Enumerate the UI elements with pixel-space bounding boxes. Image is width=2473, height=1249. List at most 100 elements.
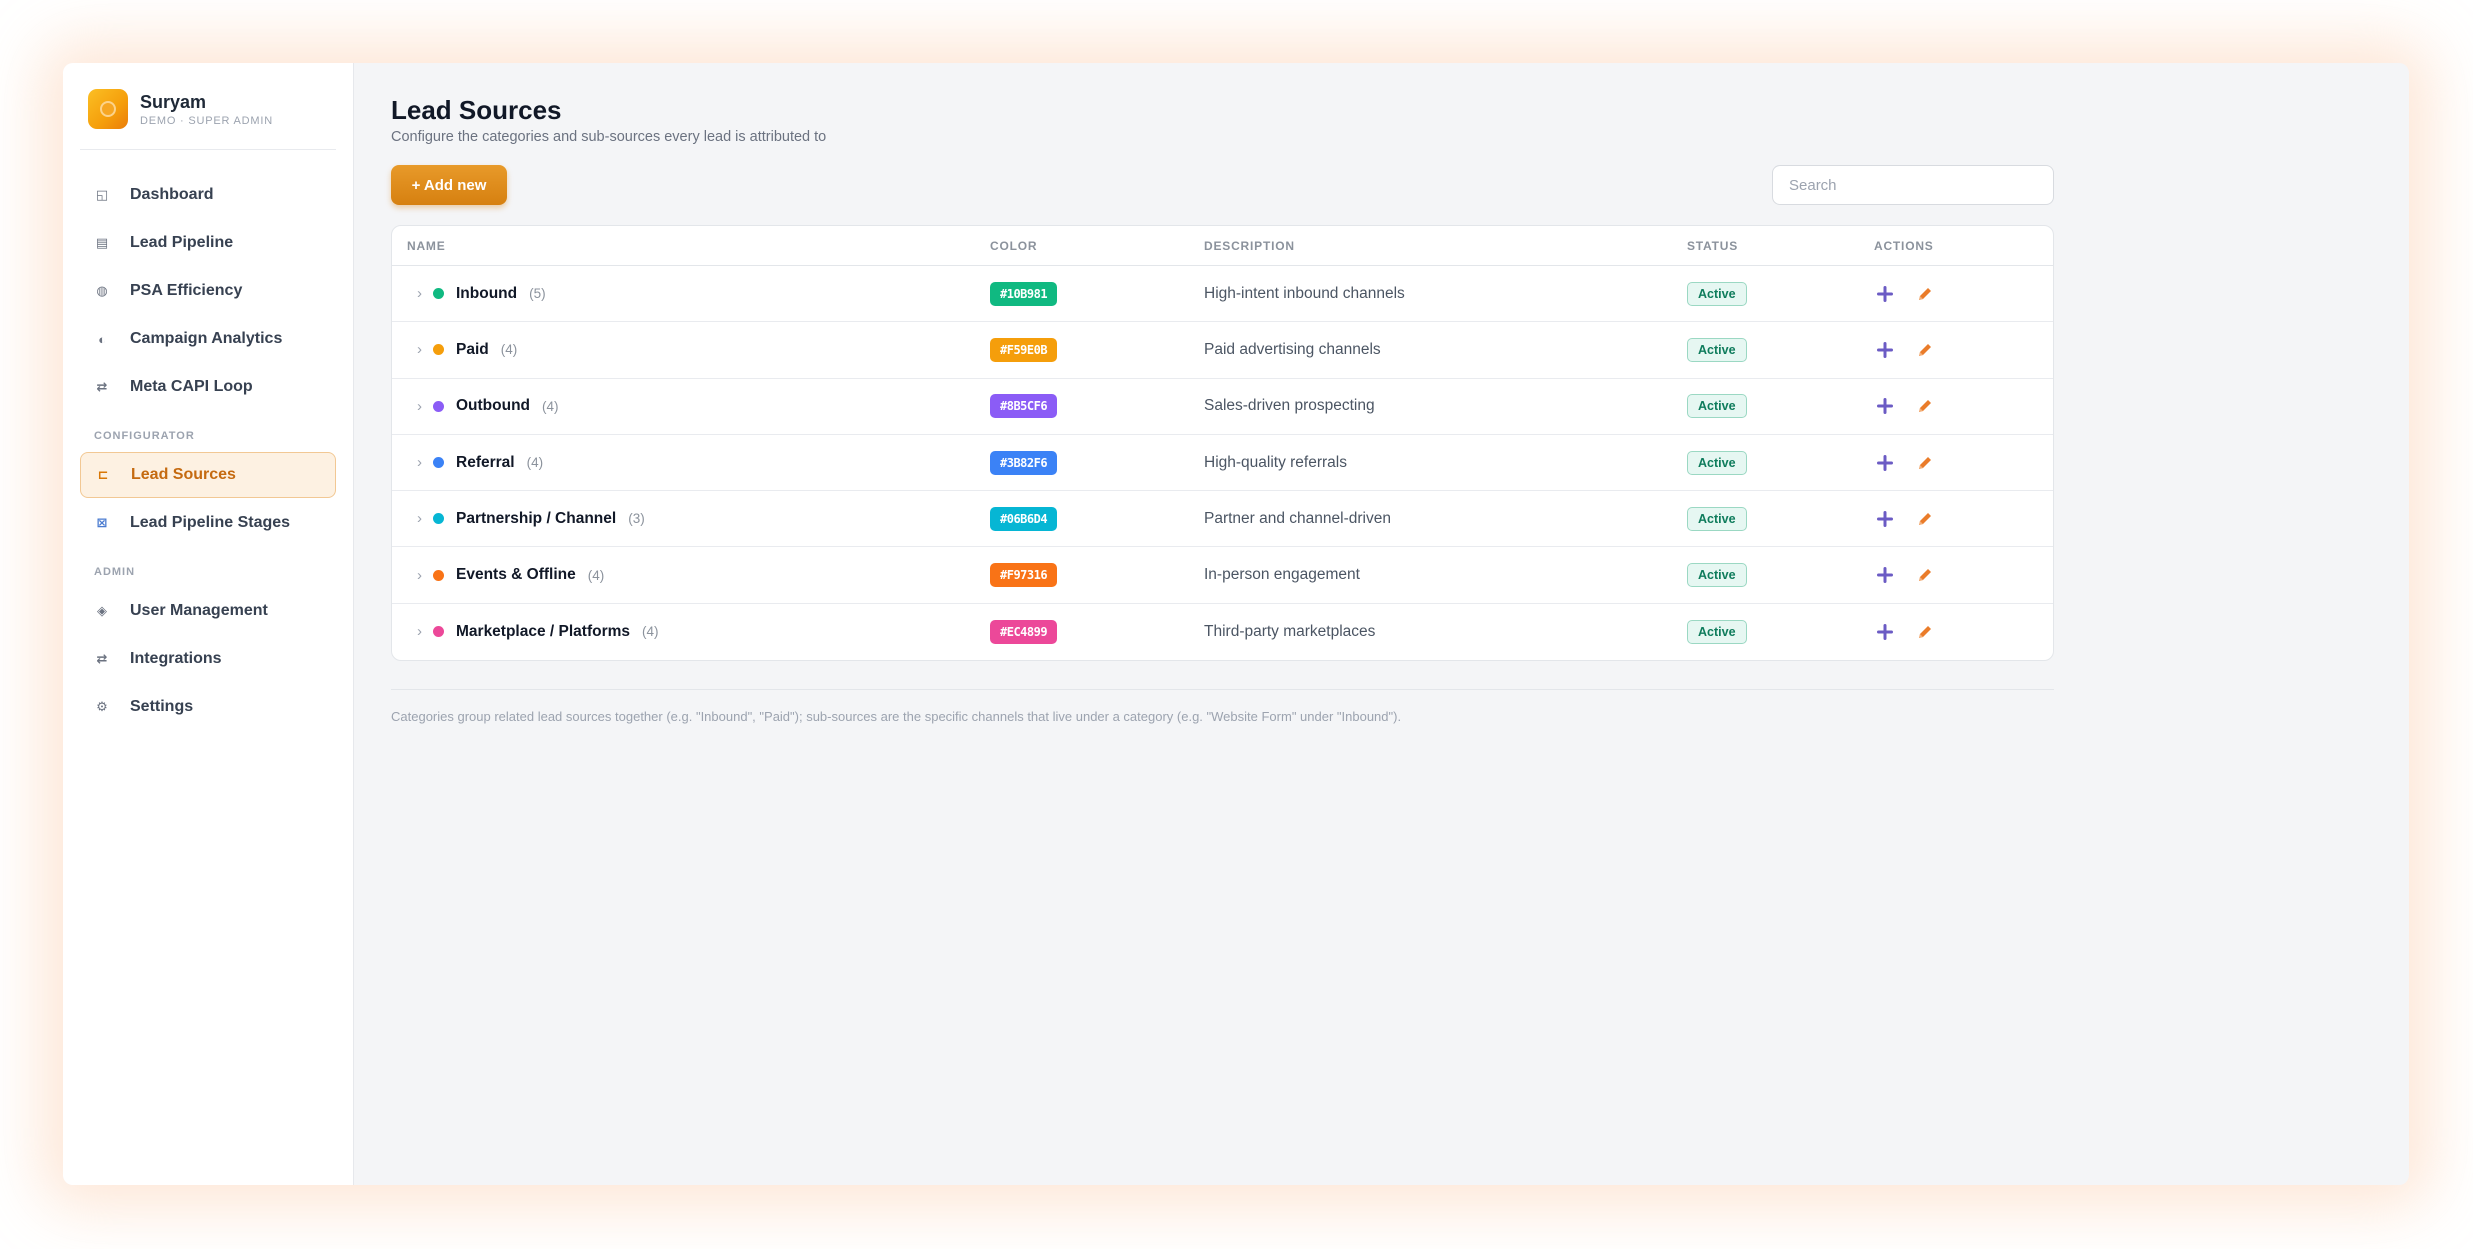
color-cell: #F97316: [990, 563, 1204, 588]
sidebar-item-user-management[interactable]: ◈ User Management: [80, 588, 336, 634]
pipeline-icon: ▤: [95, 235, 109, 250]
edit-pencil-icon[interactable]: [1914, 283, 1936, 305]
sidebar-item-settings[interactable]: ⚙ Settings: [80, 684, 336, 730]
edit-pencil-icon[interactable]: [1914, 621, 1936, 643]
edit-pencil-icon[interactable]: [1914, 564, 1936, 586]
color-cell: #06B6D4: [990, 506, 1204, 531]
table-row[interactable]: › Events & Offline (4) #F97316 In-person…: [392, 547, 2053, 604]
column-header-color: COLOR: [990, 238, 1038, 253]
brand-logo-icon: [88, 89, 128, 129]
status-badge: Active: [1687, 281, 1747, 306]
color-chip: #10B981: [990, 281, 1058, 306]
table-row[interactable]: › Paid (4) #F59E0B Paid advertising chan…: [392, 322, 2053, 379]
category-name: Events & Offline: [456, 566, 576, 584]
description-cell: Sales-driven prospecting: [1204, 397, 1375, 415]
brand: Suryam DEMO · SUPER ADMIN: [80, 89, 336, 150]
chevron-right-icon[interactable]: ›: [407, 398, 433, 415]
sidebar-item-integrations[interactable]: ⇄ Integrations: [80, 636, 336, 682]
toolbar: + Add new: [391, 165, 2054, 205]
edit-pencil-icon[interactable]: [1914, 339, 1936, 361]
brand-subtitle: DEMO · SUPER ADMIN: [140, 114, 273, 127]
add-subsource-icon[interactable]: [1874, 339, 1896, 361]
status-badge: Active: [1687, 450, 1747, 475]
subsource-count: (5): [529, 286, 546, 302]
chevron-right-icon[interactable]: ›: [407, 285, 433, 302]
actions-cell: [1874, 508, 2053, 530]
table-row[interactable]: › Inbound (5) #10B981 High-intent inboun…: [392, 266, 2053, 323]
status-badge: Active: [1687, 337, 1747, 362]
divider: [391, 689, 2054, 691]
color-dot: [433, 288, 444, 300]
name-cell: › Events & Offline (4): [407, 566, 990, 584]
sidebar-item-meta-capi-loop[interactable]: ⇄ Meta CAPI Loop: [80, 364, 336, 410]
description-cell: In-person engagement: [1204, 566, 1360, 584]
sidebar-item-campaign-analytics[interactable]: ◐ Campaign Analytics: [80, 316, 336, 362]
column-header-status: STATUS: [1687, 238, 1739, 253]
name-cell: › Marketplace / Platforms (4): [407, 623, 990, 641]
stages-icon: ⊠: [96, 515, 108, 530]
status-cell: Active: [1687, 394, 1874, 419]
chevron-right-icon[interactable]: ›: [407, 510, 433, 527]
footer-note: Categories group related lead sources to…: [391, 709, 1402, 725]
add-subsource-icon[interactable]: [1874, 621, 1896, 643]
description-cell: High-quality referrals: [1204, 453, 1347, 471]
color-dot: [433, 457, 444, 469]
color-dot: [433, 344, 444, 356]
category-name: Partnership / Channel: [456, 509, 617, 527]
actions-cell: [1874, 283, 2053, 305]
add-subsource-icon[interactable]: [1874, 283, 1896, 305]
status-badge: Active: [1687, 563, 1747, 588]
sidebar-item-lead-pipeline-stages[interactable]: ⊠ Lead Pipeline Stages: [80, 500, 336, 546]
status-cell: Active: [1687, 619, 1874, 644]
actions-cell: [1874, 564, 2053, 586]
chevron-right-icon[interactable]: ›: [407, 567, 433, 584]
status-badge: Active: [1687, 394, 1747, 419]
chevron-right-icon[interactable]: ›: [407, 623, 433, 640]
edit-pencil-icon[interactable]: [1914, 395, 1936, 417]
color-chip: #F97316: [990, 563, 1058, 588]
sidebar-item-label: User Management: [130, 602, 268, 619]
subsource-count: (4): [587, 567, 605, 583]
sidebar: Suryam DEMO · SUPER ADMIN ◱ Dashboard ▤ …: [63, 63, 354, 1185]
add-subsource-icon[interactable]: [1874, 452, 1896, 474]
column-header-actions: ACTIONS: [1874, 238, 1934, 253]
edit-pencil-icon[interactable]: [1914, 508, 1936, 530]
sidebar-item-psa-efficiency[interactable]: ◍ PSA Efficiency: [80, 268, 336, 314]
sidebar-item-label: Dashboard: [130, 186, 214, 203]
sidebar-nav: ◱ Dashboard ▤ Lead Pipeline ◍ PSA Effici…: [80, 172, 336, 730]
color-cell: #EC4899: [990, 619, 1204, 644]
gear-icon: ⚙: [96, 699, 108, 714]
add-subsource-icon[interactable]: [1874, 564, 1896, 586]
page-subtitle: Configure the categories and sub-sources…: [391, 129, 827, 145]
main-content: Lead Sources Configure the categories an…: [354, 63, 2409, 1185]
actions-cell: [1874, 621, 2053, 643]
table-row[interactable]: › Marketplace / Platforms (4) #EC4899 Th…: [392, 604, 2053, 660]
sidebar-item-lead-sources[interactable]: ⊏ Lead Sources: [80, 452, 336, 498]
table-row[interactable]: › Outbound (4) #8B5CF6 Sales-driven pros…: [392, 379, 2053, 435]
table-row[interactable]: › Referral (4) #3B82F6 High-quality refe…: [392, 435, 2053, 492]
table-header: NAME COLOR DESCRIPTION STATUS ACTIONS: [392, 226, 2053, 266]
chevron-right-icon[interactable]: ›: [407, 341, 433, 358]
subsource-count: (4): [542, 398, 559, 414]
sidebar-item-label: Lead Pipeline Stages: [130, 514, 291, 531]
table-row[interactable]: › Partnership / Channel (3) #06B6D4 Part…: [392, 491, 2053, 548]
name-cell: › Inbound (5): [407, 285, 990, 303]
color-chip: #F59E0B: [990, 337, 1058, 362]
color-dot: [433, 400, 444, 412]
color-cell: #F59E0B: [990, 337, 1204, 362]
edit-pencil-icon[interactable]: [1914, 452, 1936, 474]
description-cell: Partner and channel-driven: [1204, 509, 1391, 527]
sidebar-item-lead-pipeline[interactable]: ▤ Lead Pipeline: [80, 220, 336, 266]
page-title: Lead Sources: [391, 95, 562, 125]
add-new-button[interactable]: + Add new: [391, 165, 507, 205]
status-cell: Active: [1687, 563, 1874, 588]
color-cell: #3B82F6: [990, 450, 1204, 475]
chevron-right-icon[interactable]: ›: [407, 454, 433, 471]
column-header-description: DESCRIPTION: [1204, 238, 1295, 253]
sidebar-item-dashboard[interactable]: ◱ Dashboard: [80, 172, 336, 218]
subsource-count: (4): [526, 455, 544, 471]
search-input[interactable]: [1772, 165, 2054, 205]
add-subsource-icon[interactable]: [1874, 395, 1896, 417]
sidebar-item-label: Campaign Analytics: [130, 330, 283, 347]
add-subsource-icon[interactable]: [1874, 508, 1896, 530]
